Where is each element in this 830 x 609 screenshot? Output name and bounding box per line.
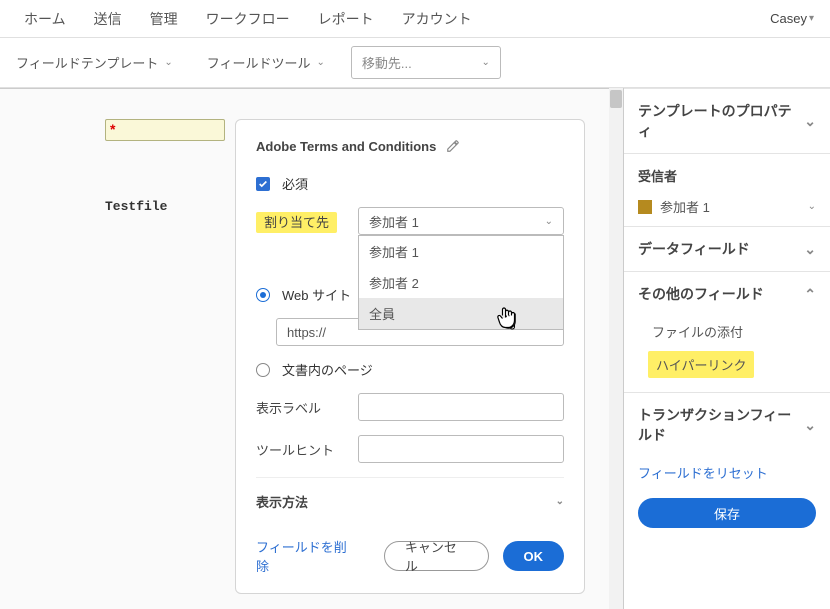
top-nav: ホーム 送信 管理 ワークフロー レポート アカウント Casey ▾ (0, 0, 830, 38)
pencil-icon[interactable] (446, 139, 460, 153)
field-template-dropdown[interactable]: フィールドテンプレート ⌄ (8, 47, 181, 78)
assign-to-select[interactable]: 参加者 1 ⌄ 参加者 1 参加者 2 全員 (358, 207, 564, 235)
recipients-header: 受信者 (638, 166, 816, 185)
file-attach-item[interactable]: ファイルの添付 (624, 316, 830, 347)
data-fields-label: データフィールド (638, 239, 750, 259)
nav-manage[interactable]: 管理 (136, 9, 192, 29)
assign-to-label: 割り当て先 (256, 212, 337, 233)
ok-button[interactable]: OK (503, 541, 565, 571)
required-label: 必須 (282, 174, 308, 193)
recipient-participant1[interactable]: 参加者 1 ⌄ (638, 191, 816, 222)
testfile-text: Testfile (105, 199, 167, 214)
chevron-down-icon: ⌄ (804, 113, 816, 130)
document-canvas[interactable]: Testfile Adobe Terms and Conditions 必須 (0, 88, 609, 609)
chevron-up-icon: ⌃ (804, 286, 816, 303)
nav-account[interactable]: アカウント (388, 9, 486, 29)
form-field-required[interactable] (105, 119, 225, 141)
assign-option-participant1[interactable]: 参加者 1 (359, 236, 563, 267)
scrollbar-thumb[interactable] (610, 90, 622, 108)
main: Testfile Adobe Terms and Conditions 必須 (0, 88, 830, 609)
radio-website-label: Web サイト (282, 285, 351, 304)
assign-to-menu: 参加者 1 参加者 2 全員 (358, 235, 564, 330)
hyperlink-item[interactable]: ハイパーリンク (648, 351, 754, 378)
field-template-label: フィールドテンプレート (16, 53, 158, 72)
display-method-section[interactable]: 表示方法 ⌄ (256, 477, 564, 511)
assign-to-selected: 参加者 1 (369, 212, 419, 231)
caret-down-icon: ▾ (809, 13, 814, 24)
radio-doc-page-label: 文書内のページ (282, 360, 373, 379)
reset-fields-link[interactable]: フィールドをリセット (624, 457, 830, 488)
move-to-label: 移動先... (362, 53, 412, 72)
chevron-down-icon: ⌄ (164, 57, 172, 68)
field-tool-label: フィールドツール (207, 53, 311, 72)
nav-report[interactable]: レポート (304, 9, 388, 29)
transaction-fields-section[interactable]: トランザクションフィールド ⌄ (624, 392, 830, 457)
chevron-down-icon: ⌄ (808, 201, 816, 212)
chevron-down-icon: ⌄ (804, 241, 816, 258)
display-method-label: 表示方法 (256, 492, 308, 511)
radio-website[interactable] (256, 288, 270, 302)
participant-name: 参加者 1 (660, 197, 800, 216)
field-properties-popover: Adobe Terms and Conditions 必須 割り当て先 参加者 … (235, 119, 585, 594)
user-name: Casey (770, 11, 807, 26)
chevron-down-icon: ⌄ (482, 57, 490, 68)
transaction-fields-label: トランザクションフィールド (638, 405, 804, 445)
right-panel: テンプレートのプロパティ ⌄ 受信者 参加者 1 ⌄ データフィールド ⌄ その… (624, 88, 830, 609)
nav-send[interactable]: 送信 (80, 9, 136, 29)
color-swatch (638, 200, 652, 214)
other-fields-label: その他のフィールド (638, 284, 764, 304)
radio-doc-page[interactable] (256, 363, 270, 377)
save-button[interactable]: 保存 (638, 498, 816, 528)
move-to-dropdown[interactable]: 移動先... ⌄ (351, 46, 501, 79)
canvas-wrap: Testfile Adobe Terms and Conditions 必須 (0, 88, 624, 609)
chevron-down-icon: ⌄ (556, 496, 564, 507)
required-checkbox[interactable] (256, 177, 270, 191)
chevron-down-icon: ⌄ (545, 216, 553, 227)
other-fields-section[interactable]: その他のフィールド ⌃ (624, 271, 830, 316)
nav-home[interactable]: ホーム (10, 9, 80, 29)
tooltip-input[interactable] (358, 435, 564, 463)
template-properties-section[interactable]: テンプレートのプロパティ ⌄ (624, 88, 830, 153)
nav-workflow[interactable]: ワークフロー (192, 9, 304, 29)
chevron-down-icon: ⌄ (317, 57, 325, 68)
toolbar: フィールドテンプレート ⌄ フィールドツール ⌄ 移動先... ⌄ (0, 38, 830, 88)
field-tool-dropdown[interactable]: フィールドツール ⌄ (199, 47, 333, 78)
scrollbar[interactable] (609, 88, 623, 609)
popover-title: Adobe Terms and Conditions (256, 139, 436, 154)
display-label-label: 表示ラベル (256, 398, 346, 417)
data-fields-section[interactable]: データフィールド ⌄ (624, 226, 830, 271)
template-properties-label: テンプレートのプロパティ (638, 101, 804, 141)
cancel-button[interactable]: キャンセル (384, 541, 489, 571)
display-label-input[interactable] (358, 393, 564, 421)
chevron-down-icon: ⌄ (804, 417, 816, 434)
assign-option-everyone[interactable]: 全員 (359, 298, 563, 329)
delete-field-link[interactable]: フィールドを削除 (256, 537, 356, 575)
user-menu[interactable]: Casey ▾ (764, 11, 820, 26)
tooltip-label: ツールヒント (256, 440, 346, 459)
assign-option-participant2[interactable]: 参加者 2 (359, 267, 563, 298)
